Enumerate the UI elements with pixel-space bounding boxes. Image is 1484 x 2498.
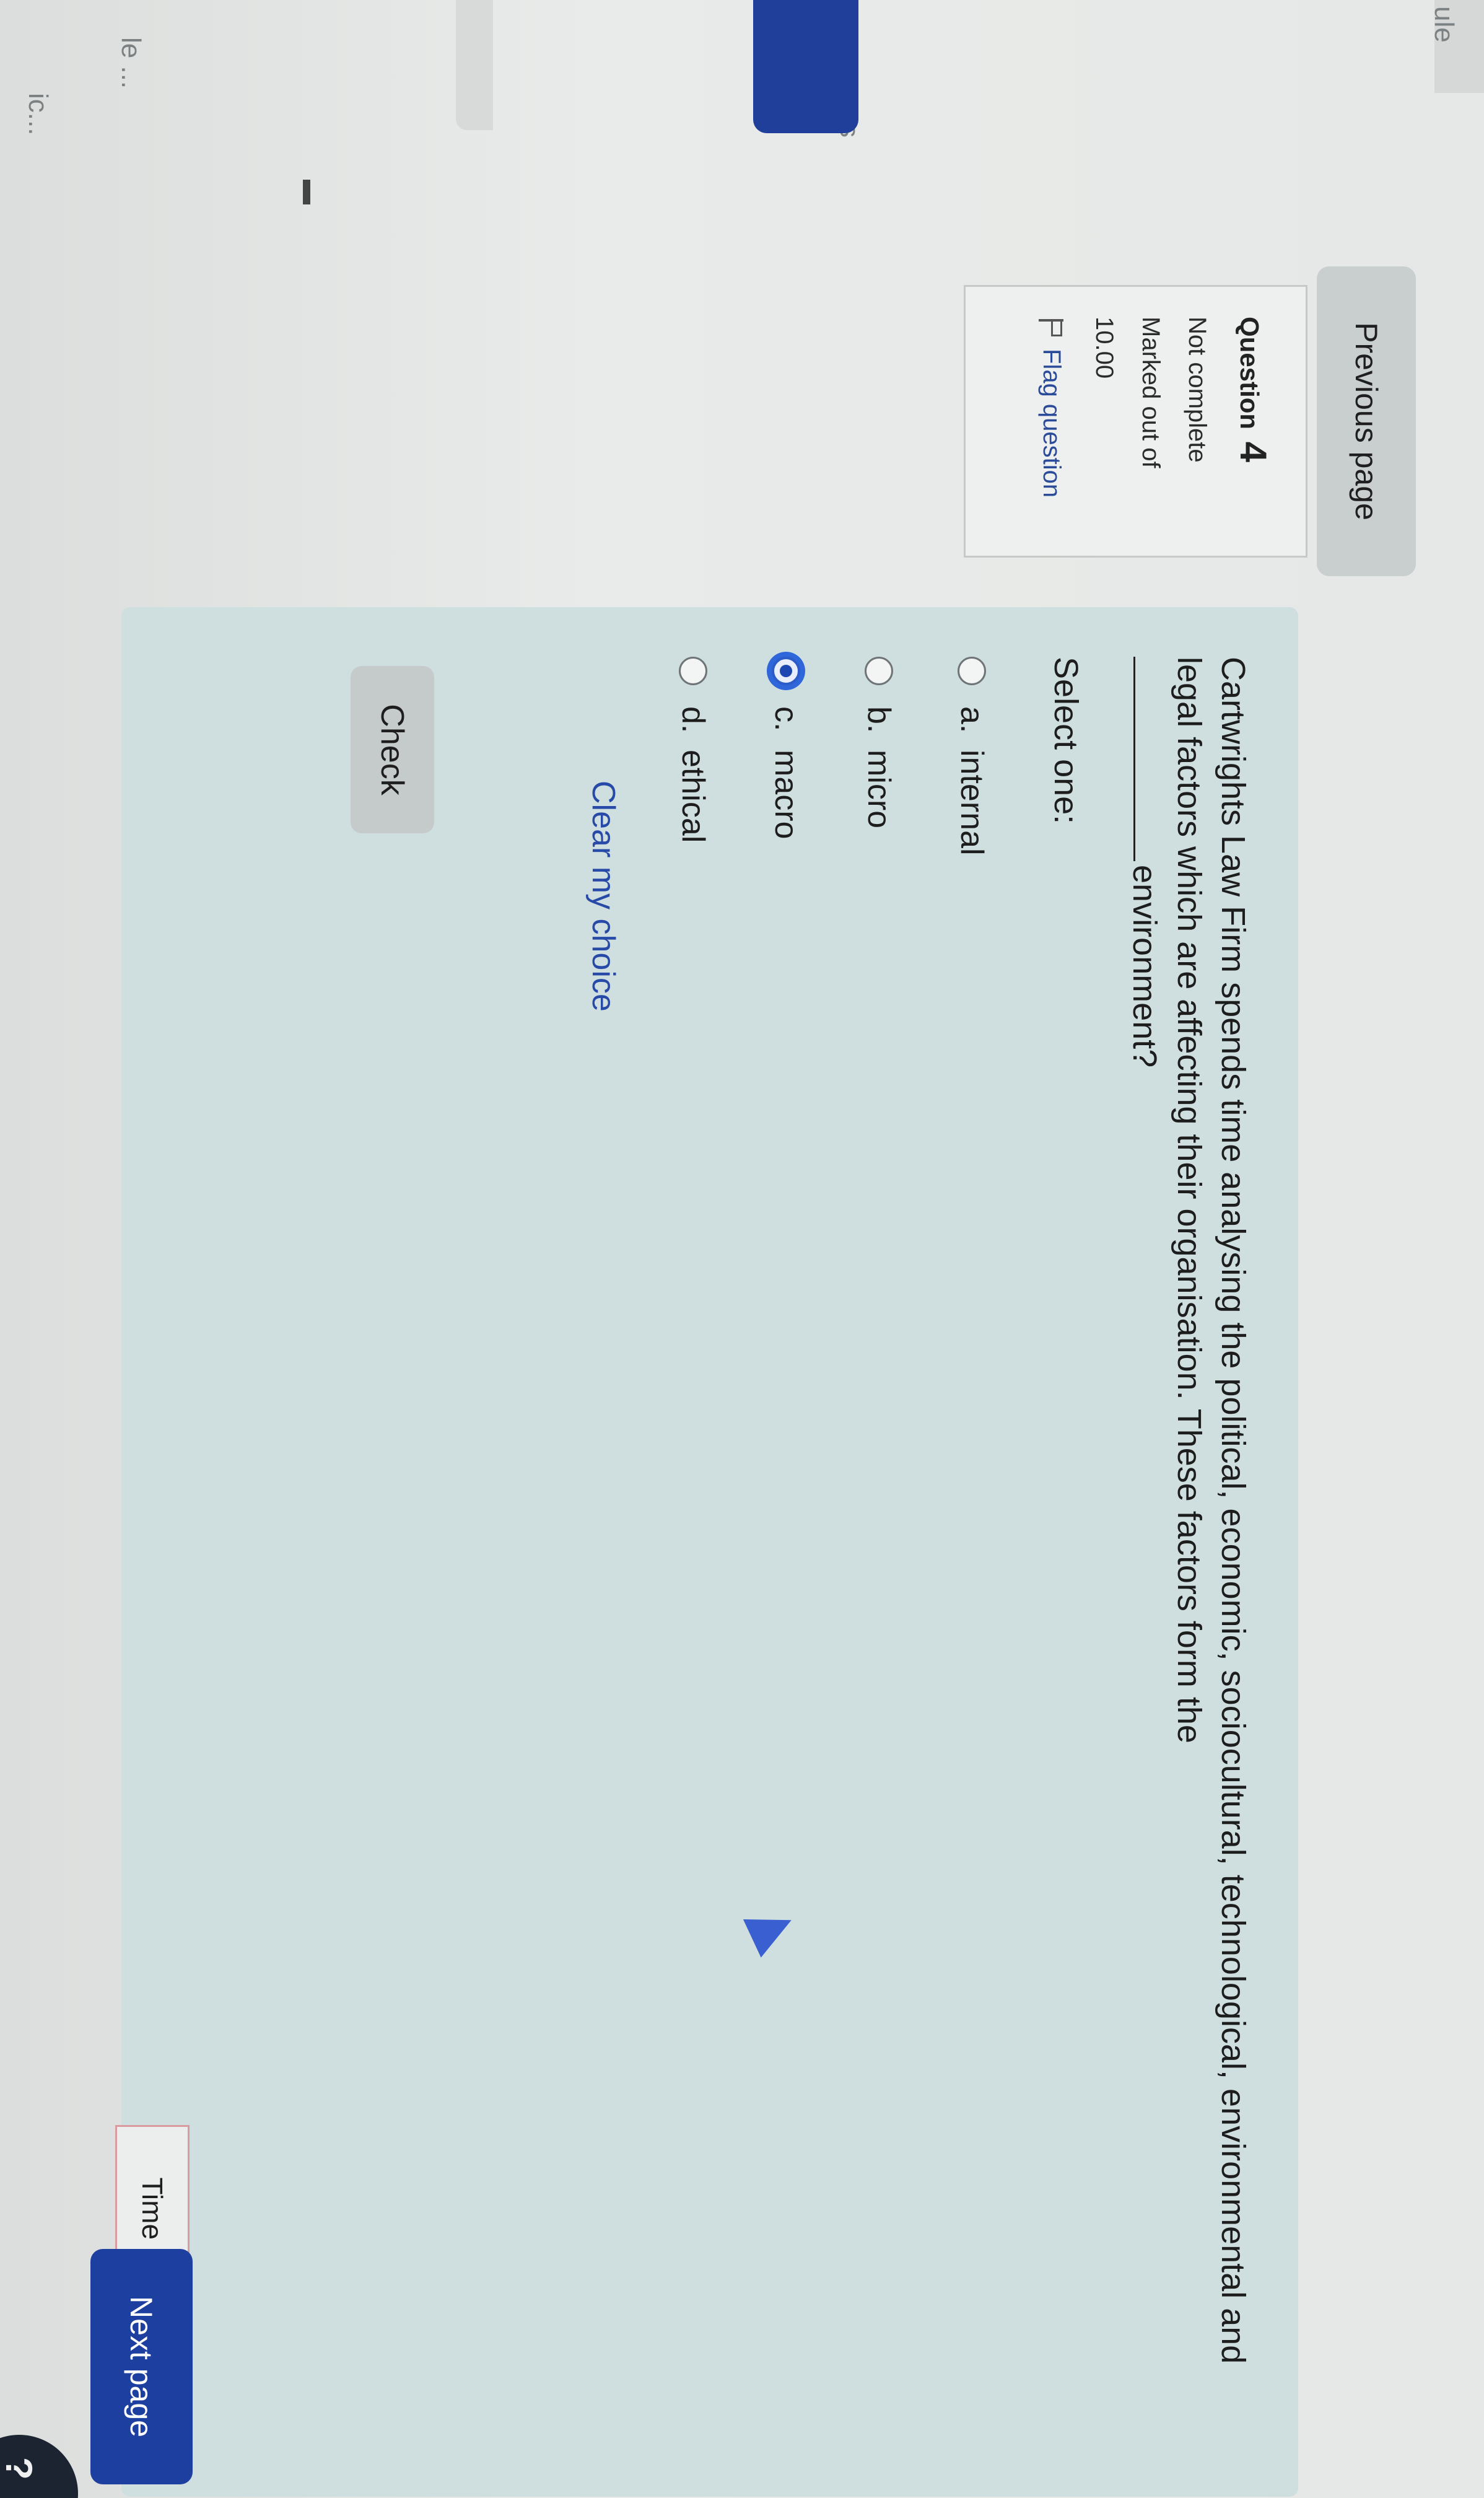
option-b[interactable]: b. micro xyxy=(832,657,925,2447)
marked-out-of-label: Marked out of xyxy=(1137,317,1164,468)
option-d[interactable]: d. ethical xyxy=(647,657,740,2447)
option-c-label[interactable]: macro xyxy=(767,750,805,839)
option-b-label[interactable]: micro xyxy=(860,750,897,828)
option-c-letter: c. xyxy=(768,706,805,732)
option-c[interactable]: c. macro xyxy=(740,657,832,2447)
question-number-value: 4 xyxy=(1233,441,1274,463)
radio-b[interactable] xyxy=(865,657,894,685)
flag-icon xyxy=(1039,317,1064,339)
radio-a[interactable] xyxy=(958,657,987,685)
flag-question-link[interactable]: Flag question xyxy=(1037,317,1065,526)
option-d-letter: d. xyxy=(675,706,712,734)
option-d-label[interactable]: ethical xyxy=(674,750,712,843)
question-status: Not complete xyxy=(1184,317,1211,463)
nav-active-item[interactable] xyxy=(753,0,858,133)
radio-d[interactable] xyxy=(679,657,708,685)
option-a-letter: a. xyxy=(954,706,990,734)
option-b-letter: b. xyxy=(861,706,897,734)
question-number: Question 4 xyxy=(1232,317,1275,526)
answer-blank xyxy=(1133,657,1136,861)
nav-item-1[interactable]: ule xyxy=(1428,6,1459,43)
question-panel: Cartwrights Law Firm spends time analysi… xyxy=(121,607,1298,2497)
question-label: Question xyxy=(1235,317,1264,430)
marked-out-of-value: 10.00 xyxy=(1091,317,1118,379)
help-icon[interactable]: ? xyxy=(0,2435,78,2498)
question-info-block: Question 4 Not complete Marked out of 10… xyxy=(964,285,1307,558)
check-button[interactable]: Check xyxy=(351,666,434,833)
option-a-label[interactable]: internal xyxy=(953,750,990,856)
question-text-end: environment? xyxy=(1126,865,1164,1068)
divider xyxy=(303,180,310,204)
next-page-button[interactable]: Next page xyxy=(90,2249,193,2484)
question-text-start: Cartwrights Law Firm spends time analysi… xyxy=(1170,657,1252,2364)
nav-tab-right xyxy=(456,0,493,130)
question-text: Cartwrights Law Firm spends time analysi… xyxy=(1122,657,1255,2441)
quiz-page: ule le ... s ic... Previous page Questio… xyxy=(0,0,1484,2498)
option-a[interactable]: a. internal xyxy=(925,657,1018,2447)
flag-question-label: Flag question xyxy=(1038,349,1065,498)
nav-item-2[interactable]: le ... xyxy=(115,37,146,89)
radio-c-selected[interactable] xyxy=(772,657,801,685)
clear-my-choice-link[interactable]: Clear my choice xyxy=(585,781,622,1012)
previous-page-button[interactable]: Previous page xyxy=(1317,266,1416,576)
nav-item-4[interactable]: ic... xyxy=(22,93,53,135)
select-one-prompt: Select one: xyxy=(1047,657,1085,825)
screen: ule le ... s ic... Previous page Questio… xyxy=(0,0,1484,2498)
